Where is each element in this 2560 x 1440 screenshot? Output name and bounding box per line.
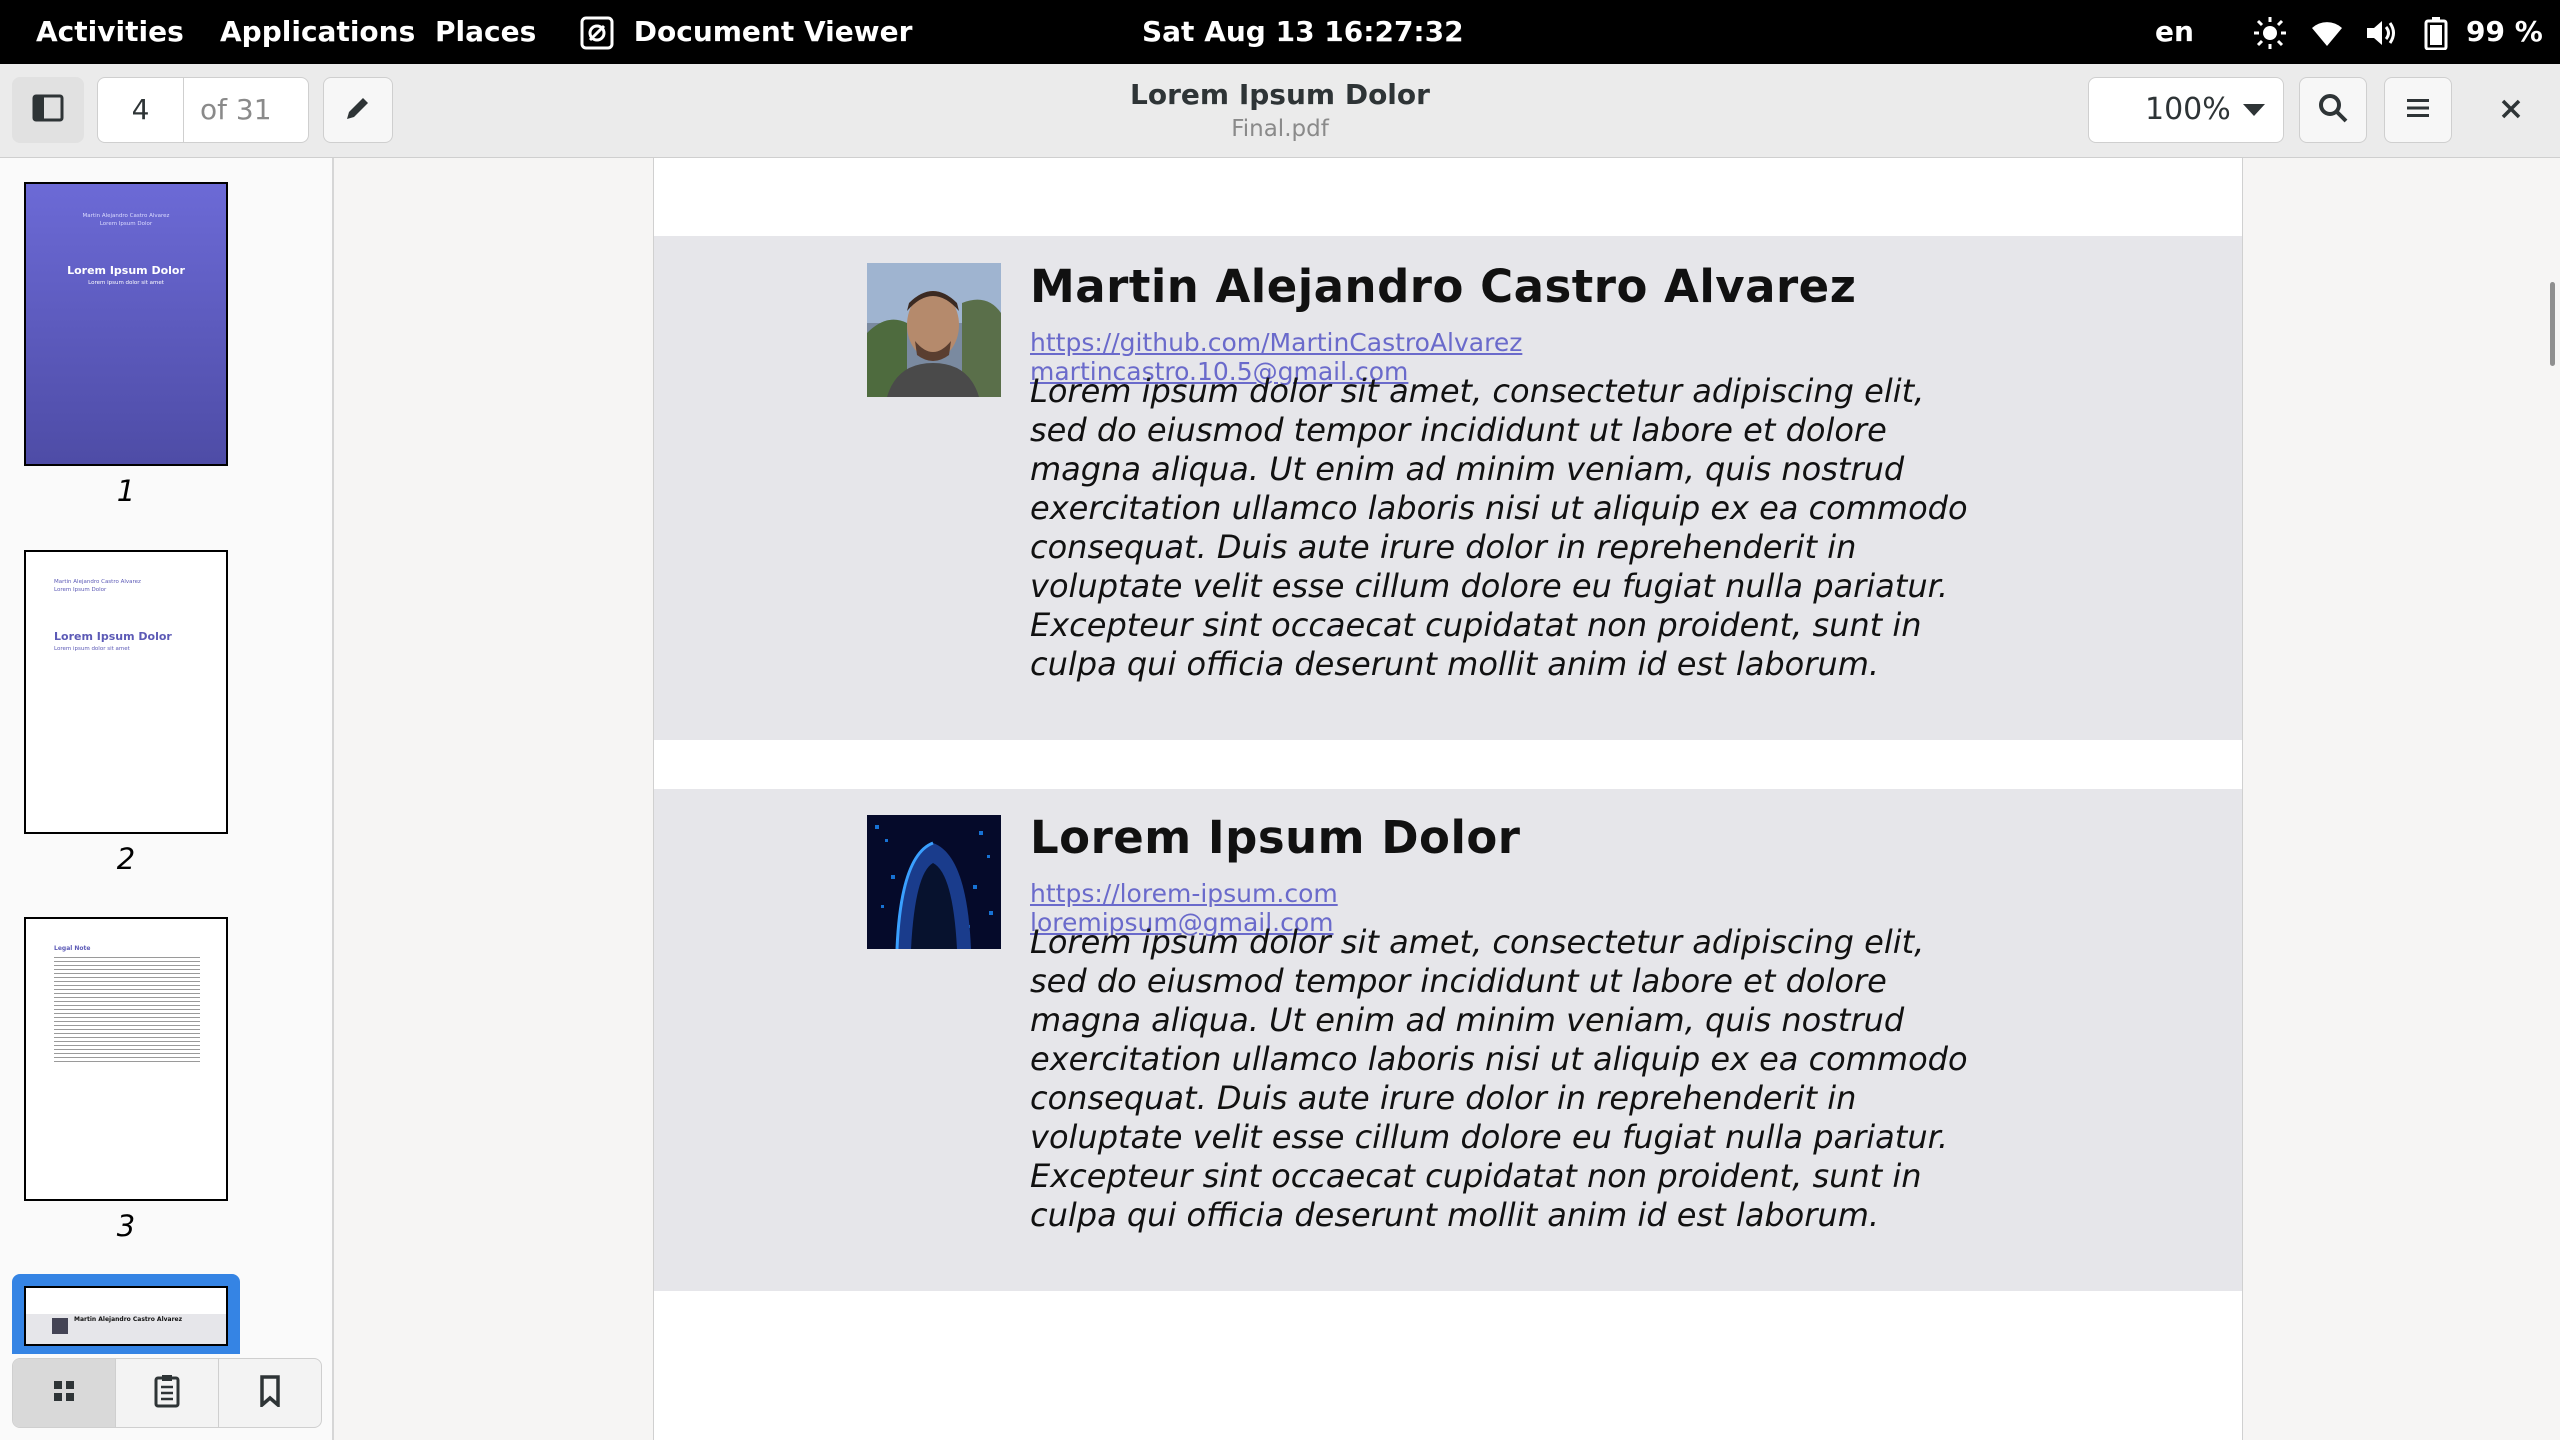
wifi-icon[interactable]: [2310, 0, 2344, 64]
thumbnail-subheading: Lorem ipsum dolor sit amet: [54, 646, 130, 652]
page-count-label: of 31: [200, 93, 272, 126]
author-card: Lorem Ipsum Dolor https://lorem-ipsum.co…: [654, 789, 2242, 1291]
thumbnail-subheading: Lorem ipsum dolor sit amet: [88, 280, 164, 286]
page-thumbnail-2[interactable]: Martin Alejandro Castro Alvarez Lorem Ip…: [24, 550, 228, 834]
thumbnail-text-block: [54, 957, 200, 1065]
author-photo: [867, 263, 1001, 397]
page-thumbnail-4[interactable]: Martin Alejandro Castro Alvarez: [24, 1286, 228, 1346]
document-outline-icon: [153, 1374, 181, 1412]
page-number-label: 1: [116, 474, 136, 508]
applications-menu[interactable]: Applications: [220, 0, 415, 64]
thumbnail-heading: Lorem Ipsum Dolor: [54, 630, 172, 643]
thumbnail-avatar: [52, 1318, 68, 1334]
keyboard-layout-indicator[interactable]: en: [2155, 0, 2194, 64]
sidebar-view-switcher: [12, 1358, 322, 1428]
search-icon: [2317, 92, 2349, 128]
document-filename: Final.pdf: [1231, 116, 1329, 142]
close-button[interactable]: [2490, 90, 2532, 132]
current-page-input[interactable]: 4: [98, 78, 184, 142]
activities-button[interactable]: Activities: [36, 0, 184, 64]
pencil-icon: [343, 93, 373, 127]
search-button[interactable]: [2299, 77, 2367, 143]
main-menu-button[interactable]: [2384, 77, 2452, 143]
author-bio: Lorem ipsum dolor sit amet, consectetur …: [1030, 923, 1968, 1234]
brightness-icon[interactable]: [2253, 0, 2287, 64]
thumbnail-author-line: Martin Alejandro Castro Alvarez: [82, 213, 170, 219]
header-bar: 4 of 31 Lorem Ipsum Dolor Final.pdf 100%: [0, 64, 2560, 158]
clock[interactable]: Sat Aug 13 16:27:32: [1142, 0, 1464, 64]
sidebar-toggle-button[interactable]: [12, 77, 84, 143]
author-bio: Lorem ipsum dolor sit amet, consectetur …: [1030, 372, 1968, 683]
author-name: Martin Alejandro Castro Alvarez: [1030, 260, 1857, 313]
document-scrollbar[interactable]: [2550, 282, 2555, 366]
app-menu[interactable]: Document Viewer: [580, 0, 912, 64]
outline-tab[interactable]: [116, 1359, 219, 1427]
pdf-page-4: Martin Alejandro Castro Alvarez https://…: [653, 158, 2243, 1440]
places-menu[interactable]: Places: [435, 0, 536, 64]
battery-icon[interactable]: [2424, 0, 2448, 64]
document-title: Lorem Ipsum Dolor: [1130, 78, 1430, 111]
page-thumbnail-3[interactable]: Legal Note: [24, 917, 228, 1201]
chevron-down-icon: [2243, 104, 2265, 116]
zoom-level: 100%: [2145, 92, 2231, 127]
volume-icon[interactable]: [2364, 0, 2398, 64]
page-selector[interactable]: 4 of 31: [97, 77, 309, 143]
thumbnail-heading: Legal Note: [54, 945, 91, 952]
system-top-bar: Activities Applications Places Document …: [0, 0, 2560, 64]
author-name: Lorem Ipsum Dolor: [1030, 811, 1521, 864]
author-url-link[interactable]: https://github.com/MartinCastroAlvarez: [1030, 328, 1522, 357]
document-viewer-icon: [580, 15, 624, 50]
sidebar-icon: [32, 94, 64, 126]
zoom-selector[interactable]: 100%: [2088, 77, 2284, 143]
page-number-label: 2: [116, 842, 136, 876]
page-number-label: 3: [116, 1209, 136, 1243]
grid-icon: [52, 1379, 76, 1407]
bookmarks-tab[interactable]: [219, 1359, 321, 1427]
author-photo: [867, 815, 1001, 949]
app-name: Document Viewer: [633, 15, 913, 48]
thumbnails-tab[interactable]: [13, 1359, 116, 1427]
author-url-link[interactable]: https://lorem-ipsum.com: [1030, 879, 1338, 908]
thumbnail-sidebar: Martin Alejandro Castro Alvarez Lorem Ip…: [0, 158, 334, 1440]
author-card: Martin Alejandro Castro Alvarez https://…: [654, 236, 2242, 740]
document-title-block: Lorem Ipsum Dolor Final.pdf: [980, 76, 1580, 144]
close-icon: [2500, 98, 2522, 124]
page-thumbnail-1[interactable]: Martin Alejandro Castro Alvarez Lorem Ip…: [24, 182, 228, 466]
annotate-button[interactable]: [323, 77, 393, 143]
thumbnail-heading: Lorem Ipsum Dolor: [67, 264, 185, 277]
document-view[interactable]: Martin Alejandro Castro Alvarez https://…: [336, 158, 2560, 1440]
thumbnail-subtitle-line: Lorem Ipsum Dolor: [99, 221, 153, 227]
battery-percentage[interactable]: 99 %: [2466, 0, 2543, 64]
thumbnail-author-line: Martin Alejandro Castro Alvarez: [54, 579, 141, 585]
hamburger-menu-icon: [2405, 96, 2431, 124]
thumbnail-heading: Martin Alejandro Castro Alvarez: [74, 1316, 183, 1323]
bookmark-icon: [259, 1375, 281, 1411]
thumbnail-subtitle-line: Lorem Ipsum Dolor: [54, 587, 107, 593]
